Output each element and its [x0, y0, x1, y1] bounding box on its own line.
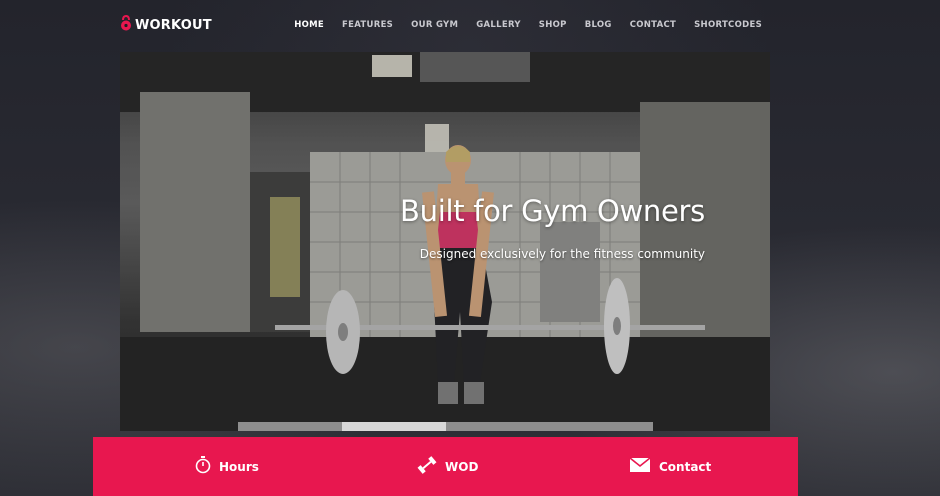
nav-item-blog[interactable]: BLOG: [585, 18, 612, 32]
wod-link[interactable]: WOD: [417, 456, 479, 478]
main-nav: HOME FEATURES OUR GYM GALLERY SHOP BLOG …: [276, 18, 762, 32]
wod-label: WOD: [445, 460, 479, 474]
nav-item-home[interactable]: HOME: [294, 18, 324, 32]
hours-link[interactable]: Hours: [195, 456, 259, 478]
envelope-icon: [629, 457, 651, 477]
hours-label: Hours: [219, 460, 259, 474]
dumbbell-icon: [417, 456, 437, 478]
nav-item-gallery[interactable]: GALLERY: [476, 18, 521, 32]
contact-label: Contact: [659, 460, 712, 474]
hero-subtitle: Designed exclusively for the fitness com…: [419, 247, 705, 261]
stopwatch-icon: [195, 456, 211, 478]
hero-slider: Built for Gym Owners Designed exclusivel…: [120, 52, 770, 431]
hero-title: Built for Gym Owners: [400, 194, 705, 228]
slide-indicator-2[interactable]: [341, 422, 446, 431]
contact-link[interactable]: Contact: [629, 457, 711, 477]
nav-item-shop[interactable]: SHOP: [539, 18, 567, 32]
nav-item-features[interactable]: FEATURES: [342, 18, 393, 32]
info-bar: Hours WOD Contact: [93, 437, 798, 496]
nav-item-contact[interactable]: CONTACT: [630, 18, 676, 32]
nav-item-shortcodes[interactable]: SHORTCODES: [694, 18, 762, 32]
slide-indicator-4[interactable]: [549, 422, 653, 431]
slide-indicator-3[interactable]: [445, 422, 550, 431]
hero-image: [120, 52, 770, 431]
nav-item-our-gym[interactable]: OUR GYM: [411, 18, 458, 32]
slide-indicator-1[interactable]: [238, 422, 342, 431]
site-logo[interactable]: WORKOUT: [120, 14, 212, 36]
kettlebell-icon: [120, 14, 132, 35]
site-header: WORKOUT HOME FEATURES OUR GYM GALLERY SH…: [0, 0, 940, 52]
slider-pagination: [238, 422, 653, 431]
logo-text: WORKOUT: [135, 17, 212, 33]
